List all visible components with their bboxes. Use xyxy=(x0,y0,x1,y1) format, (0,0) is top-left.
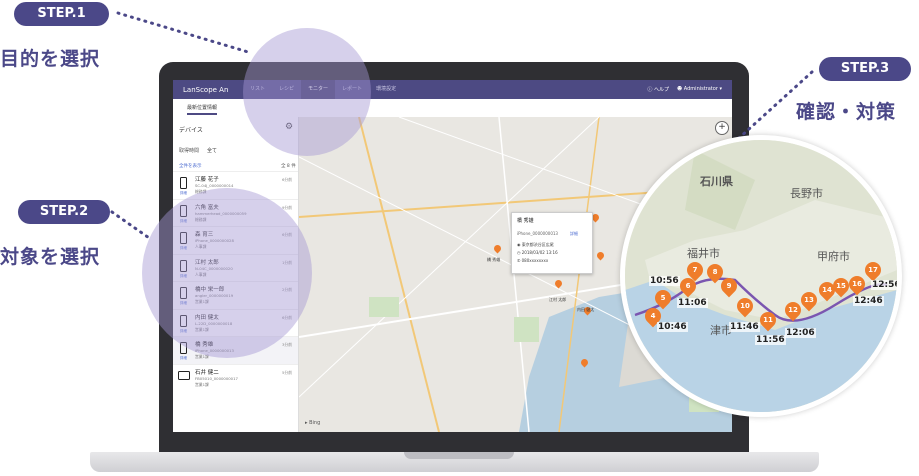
route-zoom-circle: 石川県 福井市 長野市 甲府市 津市 4 5 6 7 8 9 10 11 12 … xyxy=(620,135,902,417)
place-label: 甲府市 xyxy=(817,250,850,263)
route-pin[interactable]: 17 xyxy=(861,258,885,282)
step3-caption: 確認・対策 xyxy=(796,101,897,123)
route-pin[interactable]: 5 xyxy=(651,286,675,310)
route-pin-number: 12 xyxy=(788,306,798,314)
step2-badge: STEP.2 xyxy=(18,200,110,224)
route-pin[interactable]: 7 xyxy=(683,258,707,282)
route-time: 12:46 xyxy=(853,296,884,306)
step1-badge: STEP.1 xyxy=(14,2,109,26)
step2-caption: 対象を選択 xyxy=(0,246,101,268)
route-pin[interactable]: 9 xyxy=(717,274,741,298)
route-pin[interactable]: 11 xyxy=(756,308,780,332)
route-time: 12:06 xyxy=(785,328,816,338)
route-time: 10:56 xyxy=(649,276,680,286)
route-pin[interactable]: 10 xyxy=(733,294,757,318)
route-pin-number: 16 xyxy=(852,280,862,288)
route-time: 12:56 xyxy=(871,280,901,290)
route-pin-number: 9 xyxy=(726,282,732,290)
route-time: 10:46 xyxy=(657,322,688,332)
route-time: 11:06 xyxy=(677,298,708,308)
route-pin-number: 11 xyxy=(763,316,773,324)
step1-caption: 目的を選択 xyxy=(0,48,101,70)
route-pin-number: 7 xyxy=(692,266,698,274)
route-pin-number: 15 xyxy=(836,282,846,290)
route-pin-number: 5 xyxy=(660,294,666,302)
place-label: 石川県 xyxy=(700,175,733,188)
route-pin-number: 17 xyxy=(868,266,878,274)
route-pin-number: 13 xyxy=(804,296,814,304)
route-pin-number: 10 xyxy=(740,302,750,310)
route-time: 11:46 xyxy=(729,322,760,332)
route-time: 11:56 xyxy=(755,335,786,345)
route-pin[interactable]: 13 xyxy=(797,288,821,312)
step3-badge: STEP.3 xyxy=(819,57,911,81)
place-label: 福井市 xyxy=(687,247,720,260)
place-label: 長野市 xyxy=(790,187,823,200)
